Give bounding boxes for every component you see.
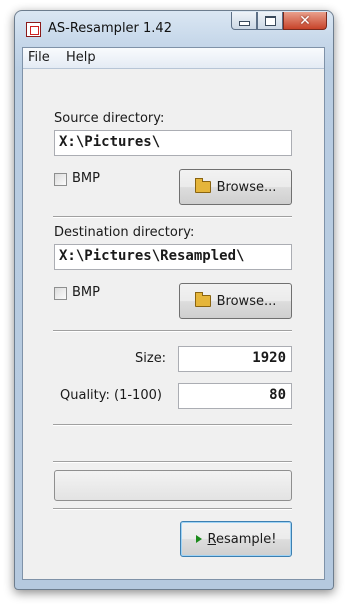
quality-label: Quality: (1-100) [60,388,162,403]
separator [53,461,292,463]
menu-file[interactable]: File [28,50,50,65]
separator [53,330,292,332]
client-area: File Help Source directory: X:\Pictures\… [22,47,325,580]
folder-icon [194,292,211,307]
destination-browse-label: Browse... [216,293,277,309]
resample-label-accelerator: R [207,531,216,547]
folder-icon [194,178,211,193]
destination-browse-button[interactable]: Browse... [179,283,292,319]
close-icon: ✕ [299,12,311,29]
source-bmp-checkbox[interactable] [54,173,67,186]
app-icon[interactable] [26,22,41,37]
progress-bar [54,470,292,501]
destination-directory-label: Destination directory: [54,225,195,240]
resample-label-rest: esample! [215,531,277,547]
source-browse-button[interactable]: Browse... [179,169,292,205]
minimize-button[interactable] [231,12,257,30]
maximize-button[interactable] [257,12,283,30]
source-directory-input[interactable]: X:\Pictures\ [54,130,292,156]
resample-label: Resample! [208,532,277,547]
title-bar[interactable]: AS-Resampler 1.42 ✕ [15,11,333,47]
quality-input[interactable]: 80 [178,383,292,409]
caption-buttons: ✕ [231,12,327,32]
size-label: Size: [135,351,167,366]
separator [53,424,292,426]
window-title: AS-Resampler 1.42 [48,21,172,36]
destination-bmp-label: BMP [72,285,100,300]
separator [53,216,292,218]
menu-bar: File Help [23,48,324,69]
source-directory-label: Source directory: [54,111,165,126]
minimize-icon [238,21,250,26]
separator [53,508,292,510]
play-icon [195,535,202,543]
maximize-icon [264,15,276,26]
size-input[interactable]: 1920 [178,346,292,372]
close-button[interactable]: ✕ [283,12,327,30]
menu-help[interactable]: Help [66,50,96,65]
destination-bmp-checkbox[interactable] [54,287,67,300]
source-bmp-label: BMP [72,171,100,186]
resample-button[interactable]: Resample! [180,521,292,557]
destination-directory-input[interactable]: X:\Pictures\Resampled\ [54,244,292,270]
app-window: AS-Resampler 1.42 ✕ File Help Source dir… [14,10,334,590]
source-browse-label: Browse... [216,179,277,195]
